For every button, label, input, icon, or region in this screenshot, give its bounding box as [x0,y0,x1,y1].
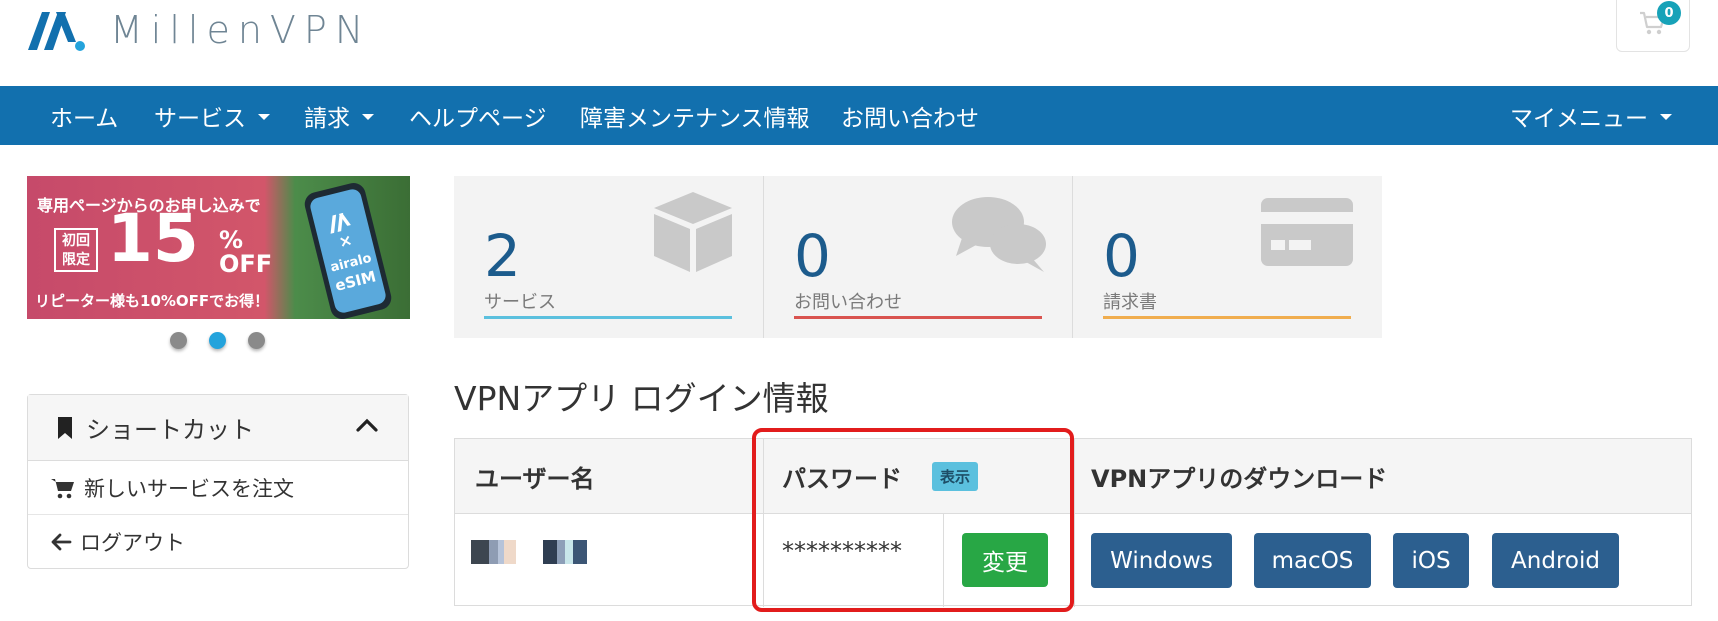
shortcut-panel-header[interactable]: ショートカット [28,395,408,461]
vpn-login-title: VPNアプリ ログイン情報 [454,379,829,418]
stat-tickets-label: お問い合わせ [794,292,902,313]
password-highlight-box [752,428,1074,612]
stat-services-bar [484,316,732,319]
chat-bubbles-icon [952,197,1046,272]
nav-billing-label: 請求 [304,105,350,132]
cart-count-badge: 0 [1657,1,1681,25]
phone-screen: × airalo eSIM [308,187,388,315]
promo-banner[interactable]: 専用ページからのお申し込みで 初回 限定 15 % OFF リピーター様も10%… [27,176,410,319]
shortcut-panel: ショートカット 新しいサービスを注文 ログアウト [27,394,409,569]
nav-services-label: サービス [154,105,246,132]
nav-maintenance-label: 障害メンテナンス情報 [580,105,810,132]
stat-services[interactable]: 2 サービス [454,176,763,338]
caret-down-icon [1660,114,1672,120]
stat-tickets-value: 0 [794,222,831,290]
caret-down-icon [362,114,374,120]
banner-subline: リピーター様も10%OFFでお得！ [35,292,270,310]
nav-contact[interactable]: お問い合わせ [841,86,979,145]
nav-maintenance[interactable]: 障害メンテナンス情報 [580,86,810,145]
main-nav: ホーム サービス 請求 ヘルプページ 障害メンテナンス情報 お問い合わせ マイメ… [0,86,1718,145]
phone-image: × airalo eSIM [302,180,394,319]
banner-percent: 15 [107,200,199,277]
nav-contact-label: お問い合わせ [841,105,979,132]
site-header: MillenVPN 0 [0,0,1718,86]
nav-help[interactable]: ヘルプページ [409,86,547,145]
chevron-up-icon[interactable] [356,417,378,433]
download-windows-button[interactable]: Windows [1091,533,1232,588]
cart-icon [51,478,74,498]
header-download: VPNアプリのダウンロード [1091,439,1387,514]
nav-services[interactable]: サービス [154,86,270,145]
bookmark-icon [58,416,72,439]
shortcut-logout-label: ログアウト [80,531,185,555]
header-username-label: ユーザー名 [475,465,595,493]
shortcut-logout[interactable]: ログアウト [28,515,408,569]
brand-logo[interactable]: MillenVPN [26,8,371,52]
download-macos-button[interactable]: macOS [1254,533,1371,588]
millenvpn-logo-icon [28,12,85,51]
banner-off: OFF [219,250,273,278]
stat-invoices-label: 請求書 [1103,292,1157,313]
first-time-badge: 初回 限定 [54,228,98,272]
stat-tickets-bar [794,316,1042,319]
cube-icon [654,192,732,272]
first-time-line1: 初回 [62,233,90,249]
credit-card-icon [1261,198,1353,266]
stat-tickets[interactable]: 0 お問い合わせ [763,176,1072,338]
stat-invoices-bar [1103,316,1351,319]
nav-home[interactable]: ホーム [50,86,118,145]
first-time-line2: 限定 [62,252,90,268]
brand-name: MillenVPN [110,8,372,52]
arrow-left-icon [51,533,72,551]
stat-invoices-value: 0 [1103,222,1140,290]
shortcut-new-service-label: 新しいサービスを注文 [84,476,294,501]
caret-down-icon [258,114,270,120]
carousel-dot-1[interactable] [170,332,187,349]
download-ios-button[interactable]: iOS [1393,533,1469,588]
nav-home-label: ホーム [50,105,119,132]
cart-button[interactable]: 0 [1616,0,1690,52]
column-divider [1074,439,1075,607]
nav-my-menu[interactable]: マイメニュー [1510,86,1672,145]
banner-times: × [336,229,355,252]
shortcut-new-service[interactable]: 新しいサービスを注文 [28,461,408,515]
header-download-label: VPNアプリのダウンロード [1091,465,1388,493]
stats-row: 2 サービス 0 お問い合わせ 0 請求書 [454,176,1382,338]
stat-services-label: サービス [484,292,556,313]
shortcut-panel-title: ショートカット [86,416,254,444]
nav-billing[interactable]: 請求 [304,86,374,145]
nav-help-label: ヘルプページ [409,105,547,132]
header-username: ユーザー名 [475,439,595,514]
carousel-dot-3[interactable] [248,332,265,349]
stat-services-value: 2 [484,222,521,290]
carousel-dots [170,332,265,349]
stat-invoices[interactable]: 0 請求書 [1072,176,1381,338]
carousel-dot-2[interactable] [209,332,226,349]
download-android-button[interactable]: Android [1492,533,1619,588]
nav-my-menu-label: マイメニュー [1510,105,1648,132]
